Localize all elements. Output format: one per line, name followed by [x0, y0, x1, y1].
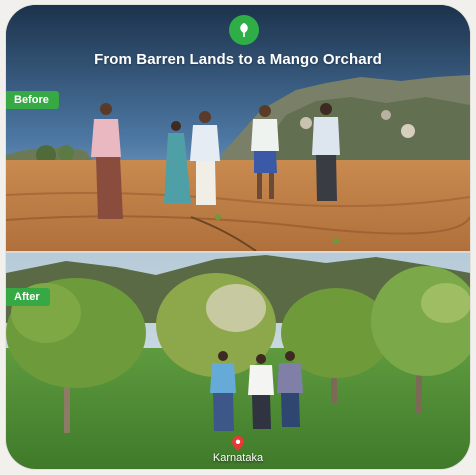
after-photo: After Karnataka	[6, 253, 470, 469]
before-photo: From Barren Lands to a Mango Orchard Bef…	[6, 5, 470, 251]
after-tag: After	[6, 288, 50, 306]
location-label: Karnataka	[6, 436, 470, 464]
map-pin-icon	[232, 436, 244, 451]
location-text: Karnataka	[212, 452, 264, 464]
person	[210, 351, 236, 431]
before-tag: Before	[6, 91, 59, 109]
page-title: From Barren Lands to a Mango Orchard	[94, 51, 382, 68]
mango-leaf-logo-icon	[229, 15, 259, 45]
comparison-card: From Barren Lands to a Mango Orchard Bef…	[6, 5, 470, 469]
